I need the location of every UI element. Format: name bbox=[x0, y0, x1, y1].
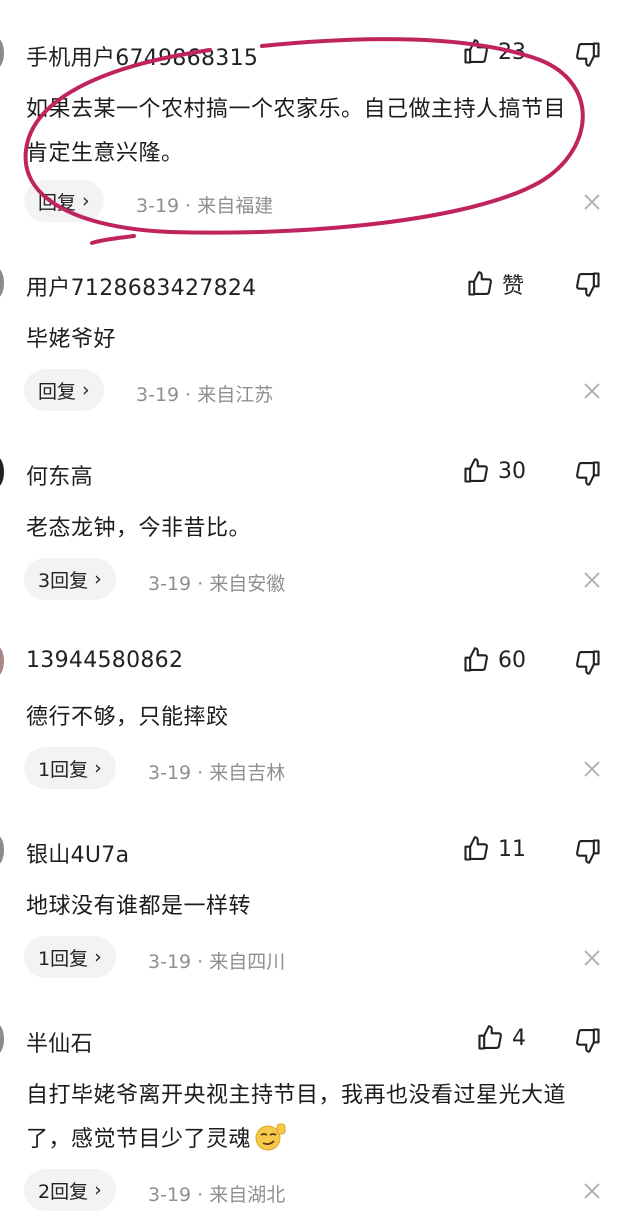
reply-label: 回复 bbox=[38, 191, 77, 214]
comment-text: 地球没有谁都是一样转 bbox=[26, 885, 606, 929]
comment-line-with-emoji: 了，感觉节目少了灵魂 bbox=[26, 1118, 606, 1162]
thumbs-up-icon bbox=[478, 1025, 502, 1050]
like-count: 11 bbox=[498, 836, 526, 862]
avatar[interactable] bbox=[0, 835, 4, 865]
chevron-right-icon: › bbox=[82, 379, 90, 401]
comment-line: 毕姥爷好 bbox=[26, 327, 117, 352]
comment-line: 肯定生意兴隆。 bbox=[26, 141, 184, 166]
dislike-button[interactable] bbox=[574, 648, 602, 676]
comment-meta: 3-19 · 来自吉林 bbox=[148, 762, 286, 784]
avatar[interactable] bbox=[0, 268, 4, 298]
comment-line: 如果去某一个农村搞一个农家乐。自己做主持人搞节目 bbox=[26, 97, 567, 122]
comment-meta: 3-19 · 来自福建 bbox=[136, 195, 274, 217]
dislike-button[interactable] bbox=[574, 40, 602, 68]
chevron-right-icon: › bbox=[94, 568, 102, 590]
close-icon[interactable] bbox=[582, 948, 602, 968]
comment-meta: 3-19 · 来自四川 bbox=[148, 951, 286, 973]
like-count: 30 bbox=[498, 458, 526, 484]
like-button[interactable]: 30 bbox=[462, 457, 526, 485]
username[interactable]: 半仙石 bbox=[26, 1026, 93, 1058]
dislike-button[interactable] bbox=[574, 837, 602, 865]
thumbs-down-icon bbox=[576, 272, 600, 297]
reply-button[interactable]: 回复 › bbox=[24, 369, 104, 411]
close-icon[interactable] bbox=[582, 759, 602, 779]
username[interactable]: 用户7128683427824 bbox=[26, 270, 256, 302]
thumbs-up-icon bbox=[468, 271, 492, 296]
close-icon[interactable] bbox=[582, 1181, 602, 1201]
comment-line: 自打毕姥爷离开央视主持节目，我再也没看过星光大道 bbox=[26, 1083, 567, 1108]
like-count: 23 bbox=[498, 39, 526, 65]
reply-button[interactable]: 3回复 › bbox=[24, 558, 116, 600]
chevron-right-icon: › bbox=[82, 190, 90, 212]
thumbs-down-icon bbox=[576, 42, 600, 67]
like-button[interactable]: 赞 bbox=[466, 268, 524, 300]
like-button[interactable]: 23 bbox=[462, 38, 526, 66]
reply-label: 1回复 bbox=[38, 758, 89, 781]
thumbs-down-icon bbox=[576, 1028, 600, 1053]
avatar[interactable] bbox=[0, 457, 4, 487]
thumbs-down-icon bbox=[576, 650, 600, 675]
like-button[interactable]: 4 bbox=[476, 1024, 526, 1052]
username[interactable]: 银山4U7a bbox=[26, 837, 129, 869]
dislike-button[interactable] bbox=[574, 459, 602, 487]
thumbs-up-icon bbox=[464, 39, 488, 64]
comment-text: 德行不够，只能摔跤 bbox=[26, 696, 606, 740]
avatar[interactable] bbox=[0, 1024, 4, 1054]
chevron-right-icon: › bbox=[94, 946, 102, 968]
reply-button[interactable]: 2回复 › bbox=[24, 1169, 116, 1211]
thumbs-up-icon bbox=[464, 836, 488, 861]
comment-text: 老态龙钟，今非昔比。 bbox=[26, 507, 606, 551]
chevron-right-icon: › bbox=[94, 757, 102, 779]
comment-line: 德行不够，只能摔跤 bbox=[26, 705, 229, 730]
thumbs-up-icon bbox=[464, 458, 488, 483]
reply-button[interactable]: 1回复 › bbox=[24, 747, 116, 789]
comment-meta: 3-19 · 来自安徽 bbox=[148, 573, 286, 595]
reply-label: 3回复 bbox=[38, 569, 89, 592]
like-count: 4 bbox=[512, 1025, 526, 1051]
username[interactable]: 何东高 bbox=[26, 459, 93, 491]
close-icon[interactable] bbox=[582, 570, 602, 590]
reply-button[interactable]: 回复 › bbox=[24, 180, 104, 222]
smirk-emoji-icon bbox=[255, 1123, 286, 1151]
comment-text: 如果去某一个农村搞一个农家乐。自己做主持人搞节目 肯定生意兴隆。 bbox=[26, 88, 606, 176]
reply-button[interactable]: 1回复 › bbox=[24, 936, 116, 978]
comment-text: 毕姥爷好 bbox=[26, 318, 606, 362]
reply-label: 回复 bbox=[38, 380, 77, 403]
dislike-button[interactable] bbox=[574, 1026, 602, 1054]
like-button[interactable]: 60 bbox=[462, 646, 526, 674]
reply-label: 1回复 bbox=[38, 947, 89, 970]
comment-meta: 3-19 · 来自湖北 bbox=[148, 1184, 286, 1206]
comment-line: 了，感觉节目少了灵魂 bbox=[26, 1127, 252, 1152]
like-count: 赞 bbox=[502, 274, 525, 299]
username[interactable]: 13944580862 bbox=[26, 648, 183, 673]
reply-label: 2回复 bbox=[38, 1180, 89, 1203]
thumbs-up-icon bbox=[464, 647, 488, 672]
comment-line: 地球没有谁都是一样转 bbox=[26, 894, 252, 919]
avatar[interactable] bbox=[0, 646, 4, 676]
close-icon[interactable] bbox=[582, 192, 602, 212]
comment-meta: 3-19 · 来自江苏 bbox=[136, 384, 274, 406]
like-button[interactable]: 11 bbox=[462, 835, 526, 863]
like-count: 60 bbox=[498, 647, 526, 673]
dislike-button[interactable] bbox=[574, 270, 602, 298]
close-icon[interactable] bbox=[582, 381, 602, 401]
comment-line: 老态龙钟，今非昔比。 bbox=[26, 516, 252, 541]
chevron-right-icon: › bbox=[94, 1179, 102, 1201]
comment-text: 自打毕姥爷离开央视主持节目，我再也没看过星光大道 了，感觉节目少了灵魂 bbox=[26, 1074, 606, 1162]
avatar[interactable] bbox=[0, 38, 4, 68]
thumbs-down-icon bbox=[576, 839, 600, 864]
thumbs-down-icon bbox=[576, 461, 600, 486]
username[interactable]: 手机用户6749868315 bbox=[26, 40, 258, 72]
